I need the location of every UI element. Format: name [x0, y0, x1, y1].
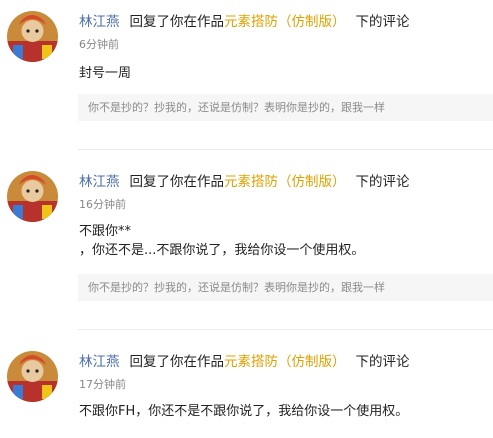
comment-body: 不跟你** ，你还不是...不跟你说了，我给你设一个使用权。 [79, 222, 364, 260]
suffix-text: 下的评论 [355, 174, 410, 190]
comment-body: 封号一周 [79, 64, 131, 83]
suffix-text: 下的评论 [355, 354, 410, 370]
comment-line: 不跟你FH，你还不是不跟你说了，我给你设一个使用权。 [79, 404, 409, 419]
work-link[interactable]: 元素搭防（仿制版） [224, 354, 346, 370]
author-name[interactable]: 林江燕 [79, 354, 120, 370]
avatar[interactable] [7, 351, 58, 402]
avatar[interactable] [7, 11, 58, 62]
comment-line: 封号一周 [79, 66, 132, 81]
divider [78, 329, 493, 330]
work-link[interactable]: 元素搭防（仿制版） [224, 14, 346, 30]
action-text: 回复了你在作品 [129, 174, 225, 190]
notification-header: 林江燕 回复了你在作品元素搭防（仿制版） 下的评论 [79, 352, 410, 372]
quoted-comment[interactable]: 你不是抄的？抄我的，还说是仿制？表明你是抄的，跟我一样 [78, 274, 493, 301]
notification-header: 林江燕 回复了你在作品元素搭防（仿制版） 下的评论 [79, 12, 410, 32]
timestamp: 16分钟前 [79, 198, 126, 211]
notification-header: 林江燕 回复了你在作品元素搭防（仿制版） 下的评论 [79, 172, 410, 192]
author-name[interactable]: 林江燕 [79, 14, 120, 30]
author-name[interactable]: 林江燕 [79, 174, 120, 190]
action-text: 回复了你在作品 [129, 354, 225, 370]
comment-line: ，你还不是...不跟你说了，我给你设一个使用权。 [79, 243, 365, 258]
quoted-comment[interactable]: 你不是抄的？抄我的，还说是仿制？表明你是抄的，跟我一样 [78, 94, 493, 121]
comment-body: 不跟你FH，你还不是不跟你说了，我给你设一个使用权。 [79, 402, 408, 421]
suffix-text: 下的评论 [355, 14, 410, 30]
comment-line: 不跟你** [79, 224, 132, 239]
work-link[interactable]: 元素搭防（仿制版） [224, 174, 346, 190]
action-text: 回复了你在作品 [129, 14, 225, 30]
timestamp: 6分钟前 [79, 38, 119, 51]
divider [78, 149, 493, 150]
avatar[interactable] [7, 171, 58, 222]
timestamp: 17分钟前 [79, 378, 126, 391]
notification-feed: 林江燕 回复了你在作品元素搭防（仿制版） 下的评论 6分钟前 封号一周 你不是抄的？… [0, 0, 493, 438]
